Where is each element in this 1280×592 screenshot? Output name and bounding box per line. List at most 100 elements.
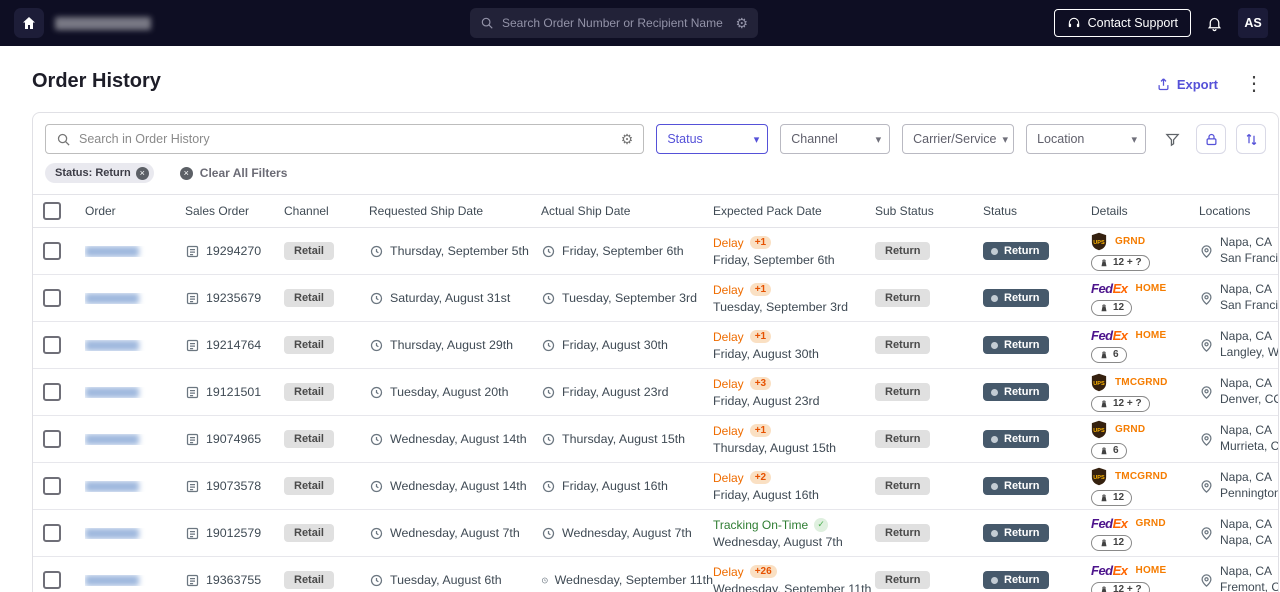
sort-swap-button[interactable] xyxy=(1236,124,1266,154)
order-link-redacted[interactable] xyxy=(85,292,139,304)
requested-ship-date: Thursday, September 5th xyxy=(390,244,529,258)
contact-support-label: Contact Support xyxy=(1087,16,1178,30)
swap-vertical-icon xyxy=(1246,133,1256,145)
status-pill: Return xyxy=(983,336,1050,354)
row-checkbox[interactable] xyxy=(43,383,61,401)
locations-text: Napa, CA Langley, WA xyxy=(1220,329,1278,360)
location-pin-icon xyxy=(1201,385,1212,399)
status-filter-dropdown[interactable]: Status ▾ xyxy=(656,124,769,154)
column-header-order[interactable]: Order xyxy=(85,204,185,218)
row-checkbox[interactable] xyxy=(43,289,61,307)
filter-row: ⚙ Status ▾ Channel ▾ Carrier/Service ▾ L… xyxy=(33,113,1278,154)
channel-chip: Retail xyxy=(284,430,334,448)
order-link-redacted[interactable] xyxy=(85,433,139,445)
carrier-service-filter-dropdown[interactable]: Carrier/Service ▾ xyxy=(902,124,1015,154)
chevron-down-icon: ▾ xyxy=(875,133,882,146)
status-dot-icon xyxy=(991,482,998,490)
sales-order-number: 19121501 xyxy=(206,385,262,399)
status-dot-icon xyxy=(991,529,998,537)
column-header-actual-ship-date[interactable]: Actual Ship Date xyxy=(541,204,713,218)
status-dot-icon xyxy=(991,247,998,255)
order-link-redacted[interactable] xyxy=(85,527,139,539)
table-row: 19073578 Retail Wednesday, August 14th F… xyxy=(33,463,1278,510)
column-header-status[interactable]: Status xyxy=(983,204,1091,218)
row-checkbox[interactable] xyxy=(43,477,61,495)
column-header-sub-status[interactable]: Sub Status xyxy=(875,204,983,218)
table-search-gear-icon[interactable]: ⚙ xyxy=(621,132,634,146)
order-link-redacted[interactable] xyxy=(85,245,139,257)
app-logo[interactable] xyxy=(14,8,44,38)
order-link-redacted[interactable] xyxy=(85,480,139,492)
channel-filter-dropdown[interactable]: Channel ▾ xyxy=(780,124,891,154)
export-label: Export xyxy=(1176,76,1218,92)
delay-badge: +26 xyxy=(749,565,777,578)
overflow-menu-icon[interactable]: ⋮ xyxy=(1244,74,1264,94)
notifications-bell-icon[interactable] xyxy=(1206,15,1223,32)
column-header-requested-ship-date[interactable]: Requested Ship Date xyxy=(369,204,541,218)
carrier-service-label: HOME xyxy=(1135,282,1167,294)
row-checkbox[interactable] xyxy=(43,242,61,260)
remove-filter-icon[interactable]: × xyxy=(135,166,149,180)
select-all-checkbox[interactable] xyxy=(43,202,61,220)
column-header-locations[interactable]: Locations xyxy=(1199,204,1278,218)
history-clock-icon xyxy=(370,339,383,351)
weight-pill: 6 xyxy=(1091,442,1127,459)
requested-ship-date: Wednesday, August 7th xyxy=(390,526,520,540)
location-filter-dropdown[interactable]: Location ▾ xyxy=(1026,124,1146,154)
status-filter-label: Status xyxy=(667,132,703,146)
actual-ship-date: Wednesday, September 11th xyxy=(554,573,713,587)
weight-pill: 12 xyxy=(1091,534,1133,551)
origin-location: Napa, CA xyxy=(1220,470,1273,485)
table-header: Order Sales Order Channel Requested Ship… xyxy=(33,194,1278,228)
carrier-service-filter-label: Carrier/Service xyxy=(913,132,997,146)
filter-funnel-button[interactable] xyxy=(1158,125,1186,153)
user-avatar[interactable]: AS xyxy=(1238,8,1268,38)
delay-badge: +3 xyxy=(749,377,772,390)
table-search-input[interactable] xyxy=(79,132,613,146)
chevron-down-icon: ▾ xyxy=(1002,133,1008,146)
order-link-redacted[interactable] xyxy=(85,339,139,351)
lock-columns-button[interactable] xyxy=(1196,124,1226,154)
row-checkbox[interactable] xyxy=(43,524,61,542)
sub-status-chip: Return xyxy=(875,524,931,542)
location-filter-label: Location xyxy=(1037,132,1085,146)
pack-status-label: Delay xyxy=(713,423,744,438)
clear-all-icon: × xyxy=(179,166,193,180)
order-link-redacted[interactable] xyxy=(85,574,139,586)
column-header-details[interactable]: Details xyxy=(1091,204,1199,218)
order-link-redacted[interactable] xyxy=(85,386,139,398)
delay-badge: +1 xyxy=(749,283,772,296)
table-search: ⚙ xyxy=(45,124,645,154)
expected-pack-date: Tuesday, September 3rd xyxy=(713,299,848,314)
status-dot-icon xyxy=(991,388,998,396)
status-label: Return xyxy=(1004,433,1040,445)
search-settings-gear-icon[interactable]: ⚙ xyxy=(735,16,748,30)
destination-location: Pennington, NJ xyxy=(1220,486,1279,500)
origin-location: Napa, CA xyxy=(1220,517,1273,532)
column-header-sales-order[interactable]: Sales Order xyxy=(185,204,284,218)
clear-all-filters-button[interactable]: × Clear All Filters xyxy=(179,166,287,180)
weight-pill: 12 + ? xyxy=(1091,395,1150,412)
row-checkbox[interactable] xyxy=(43,430,61,448)
sales-order-icon xyxy=(186,480,199,492)
global-search-input[interactable] xyxy=(502,16,728,30)
pack-status-label: Delay xyxy=(713,564,744,579)
sub-status-chip: Return xyxy=(875,242,931,260)
requested-ship-date: Saturday, August 31st xyxy=(390,291,511,305)
filter-chip-status-return[interactable]: Status: Return × xyxy=(45,163,154,183)
contact-support-button[interactable]: Contact Support xyxy=(1053,9,1191,37)
table-row: 19294270 Retail Thursday, September 5th … xyxy=(33,228,1278,275)
row-checkbox[interactable] xyxy=(43,571,61,589)
carrier-service-label: TMCGRND xyxy=(1115,470,1168,482)
requested-ship-date: Thursday, August 29th xyxy=(390,338,514,352)
column-header-expected-pack-date[interactable]: Expected Pack Date xyxy=(713,204,875,218)
row-checkbox[interactable] xyxy=(43,336,61,354)
weight-value: 12 + ? xyxy=(1113,257,1142,268)
weight-pill: 12 + ? xyxy=(1091,254,1150,271)
sales-order-number: 19214764 xyxy=(206,338,262,352)
ups-logo: UPS xyxy=(1091,420,1107,438)
status-label: Return xyxy=(1004,292,1040,304)
export-button[interactable]: Export xyxy=(1156,77,1218,92)
column-header-channel[interactable]: Channel xyxy=(284,204,369,218)
weight-value: 12 + ? xyxy=(1113,398,1142,409)
